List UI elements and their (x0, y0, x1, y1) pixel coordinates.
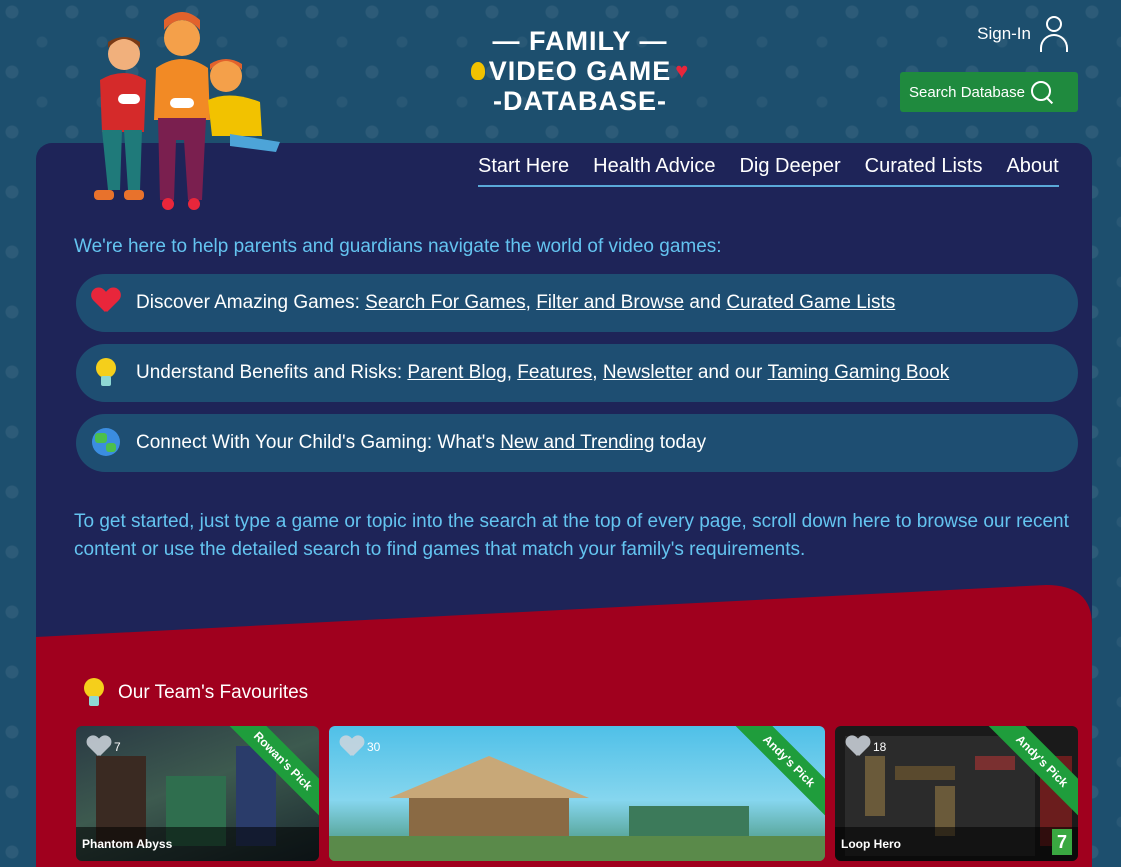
game-card-phantom-abyss[interactable]: 7 Rowan's Pick Phantom Abyss (76, 726, 319, 861)
nav-dig-deeper[interactable]: Dig Deeper (739, 155, 840, 178)
nav-about[interactable]: About (1006, 155, 1058, 178)
globe-icon (92, 428, 122, 458)
game-title: Loop Hero (835, 827, 1078, 861)
logo-line-2: VIDEO GAME ♥ (430, 56, 730, 86)
like-count: 7 (86, 736, 121, 758)
heart-icon (92, 288, 122, 318)
getting-started-text: To get started, just type a game or topi… (74, 511, 1069, 560)
site-logo[interactable]: — FAMILY — VIDEO GAME ♥ -DATABASE- (430, 26, 730, 116)
logo-line-1: — FAMILY — (492, 26, 668, 56)
parent-blog-link[interactable]: Parent Blog (407, 362, 506, 384)
lightbulb-icon (84, 678, 104, 708)
nav-start-here[interactable]: Start Here (478, 155, 569, 178)
like-count-value: 30 (367, 740, 381, 754)
lightbulb-icon (470, 62, 485, 80)
curated-game-lists-link[interactable]: Curated Game Lists (726, 292, 895, 314)
search-database-button[interactable]: Search Database (900, 72, 1078, 112)
game-card-loop-hero[interactable]: 18 Andy's Pick Loop Hero 7 (835, 726, 1078, 861)
features-link[interactable]: Features (517, 362, 592, 384)
user-icon (1039, 16, 1069, 52)
signin-link[interactable]: Sign-In (977, 16, 1069, 52)
benefits-risks-row: Understand Benefits and Risks: Parent Bl… (76, 344, 1078, 402)
row-separator: and our (692, 362, 768, 383)
row-separator: , (506, 362, 512, 383)
row-separator: , (592, 362, 598, 383)
discover-games-row: Discover Amazing Games: Search For Games… (76, 274, 1078, 332)
search-database-label: Search Database (909, 83, 1025, 101)
heart-icon (339, 736, 365, 758)
lightbulb-icon (92, 358, 122, 388)
like-count-value: 18 (873, 740, 887, 754)
row-separator: and (684, 292, 727, 313)
connect-suffix: today (654, 432, 707, 453)
favourites-heading: Our Team's Favourites (80, 678, 308, 708)
heart-icon (845, 736, 871, 758)
new-and-trending-link[interactable]: New and Trending (500, 432, 654, 454)
discover-prefix: Discover Amazing Games: (136, 292, 360, 313)
search-for-games-link[interactable]: Search For Games (365, 292, 526, 314)
intro-text: We're here to help parents and guardians… (74, 236, 722, 257)
row-separator: , (525, 292, 531, 313)
logo-line-3: -DATABASE- (493, 86, 667, 116)
taming-gaming-book-link[interactable]: Taming Gaming Book (768, 362, 950, 384)
game-card-featured[interactable]: 30 Andy's Pick (329, 726, 825, 861)
nav-health-advice[interactable]: Health Advice (593, 155, 715, 178)
nav-curated-lists[interactable]: Curated Lists (865, 155, 983, 178)
connect-prefix: Connect With Your Child's Gaming: What's (136, 432, 501, 453)
game-artwork (329, 756, 825, 861)
like-count: 18 (845, 736, 886, 758)
age-rating-badge: 7 (1052, 829, 1072, 855)
connect-gaming-row: Connect With Your Child's Gaming: What's… (76, 414, 1078, 472)
family-illustration (94, 12, 280, 210)
heart-icon: ♥ (675, 58, 690, 83)
game-title: Phantom Abyss (76, 827, 319, 861)
like-count: 30 (339, 736, 380, 758)
filter-and-browse-link[interactable]: Filter and Browse (536, 292, 684, 314)
newsletter-link[interactable]: Newsletter (603, 362, 693, 384)
benefits-prefix: Understand Benefits and Risks: (136, 362, 403, 383)
favourites-title: Our Team's Favourites (118, 682, 309, 703)
signin-label: Sign-In (977, 24, 1031, 43)
heart-icon (86, 736, 112, 758)
search-icon (1030, 81, 1053, 103)
like-count-value: 7 (114, 740, 121, 754)
logo-line-2-text: VIDEO GAME (488, 56, 672, 86)
main-navigation: Start Here Health Advice Dig Deeper Cura… (478, 155, 1059, 187)
